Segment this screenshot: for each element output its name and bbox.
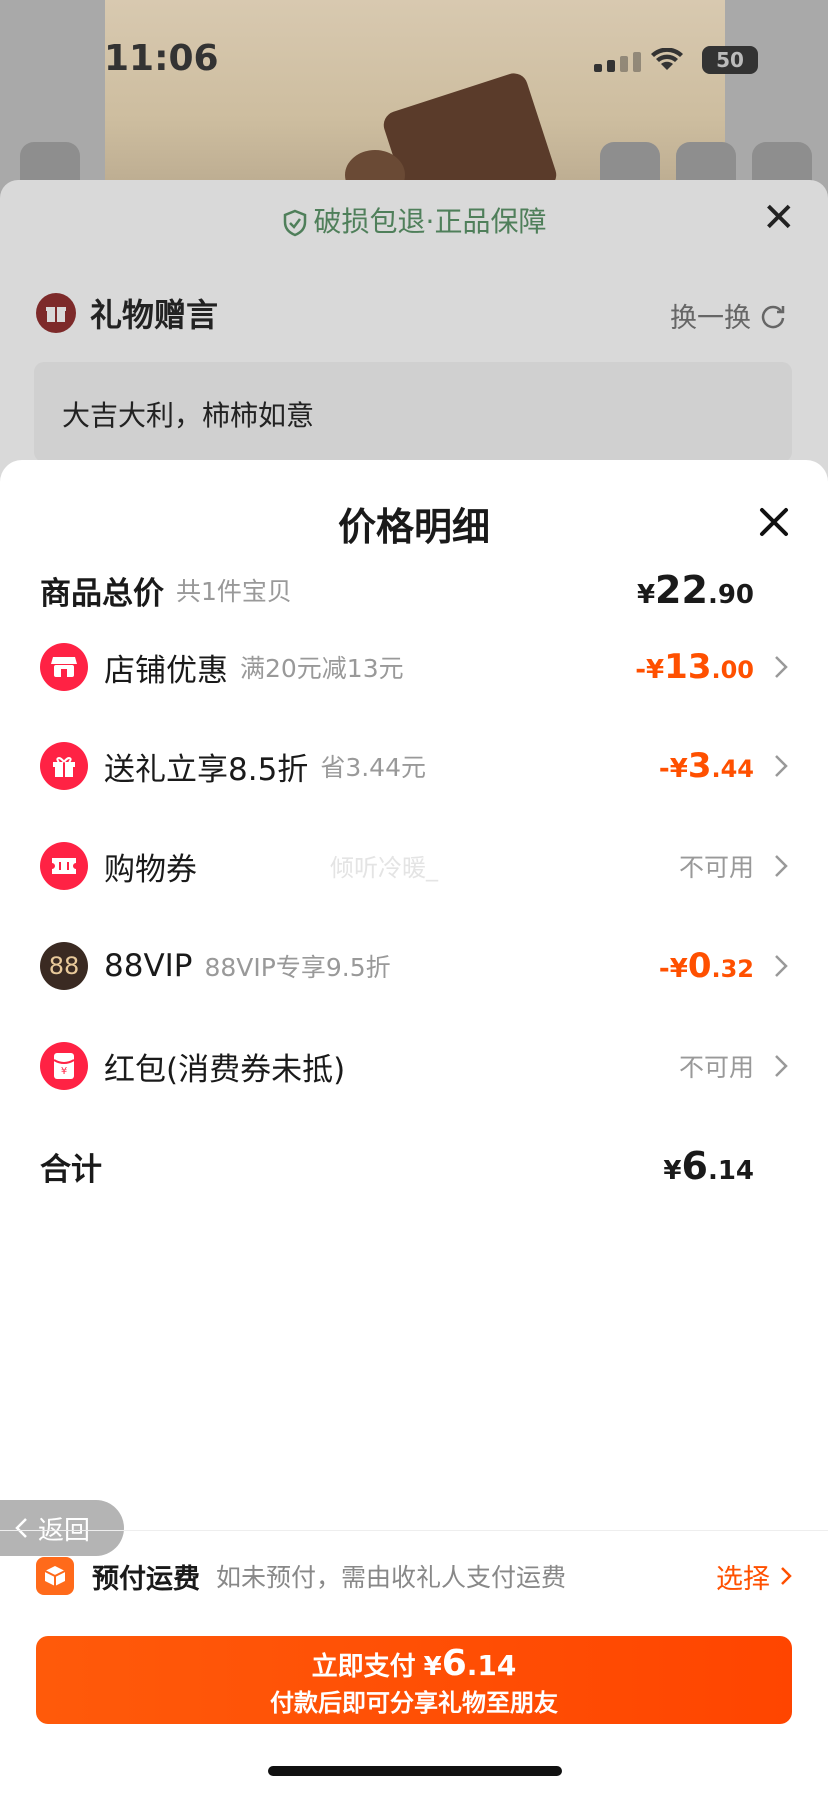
chevron-right-icon (775, 755, 788, 777)
chevron-right-icon (775, 955, 788, 977)
gift-discount-icon (40, 742, 88, 790)
vip-label: 88VIP (104, 948, 193, 984)
gift-box-icon (46, 307, 66, 322)
shield-icon (283, 209, 306, 237)
divider (0, 1530, 828, 1531)
goods-total-label: 商品总价 (40, 575, 164, 612)
watermark: 倾听冷暖_ (330, 854, 438, 882)
pay-subtitle: 付款后即可分享礼物至朋友 (270, 1689, 558, 1717)
guarantee-text: 破损包退·正品保障 (313, 205, 547, 238)
coupon-icon (40, 842, 88, 890)
shop-icon (40, 643, 88, 691)
gift-discount-label: 送礼立享8.5折 (104, 751, 309, 788)
pay-amount-int: 6 (441, 1643, 467, 1684)
row-total: 合计 ¥6.14 (40, 1136, 792, 1196)
row-red-packet[interactable]: ¥ 红包(消费券未抵) 不可用 (40, 1036, 792, 1096)
chevron-right-icon (781, 1567, 792, 1585)
guarantee-banner: 破损包退·正品保障 (0, 200, 828, 240)
vip-discount-value: -¥0.32 (658, 946, 754, 986)
goods-total-value: ¥22.90 (636, 568, 754, 612)
gift-icon (36, 293, 76, 333)
shopping-coupon-label: 购物券 (104, 851, 197, 888)
chevron-right-icon (775, 656, 788, 678)
refresh-button[interactable]: 换一换 (670, 296, 787, 335)
sheet-title: 价格明细 (337, 505, 490, 549)
red-packet-icon: ¥ (40, 1042, 88, 1090)
chevron-right-icon (775, 1055, 788, 1077)
svg-text:¥: ¥ (61, 1066, 67, 1077)
red-packet-status: 不可用 (678, 1053, 754, 1082)
gift-sheet-close-icon[interactable]: ✕ (762, 198, 796, 238)
refresh-label: 换一换 (670, 303, 751, 334)
row-gift-discount[interactable]: 送礼立享8.5折 省3.44元 -¥3.44 (40, 736, 792, 796)
status-time: 11:06 (104, 38, 219, 79)
shopping-coupon-status: 不可用 (678, 853, 754, 882)
gift-discount-saving: 省3.44元 (320, 753, 426, 782)
prepaid-shipping-row: 预付运费 如未预付，需由收礼人支付运费 选择 (36, 1556, 792, 1596)
wifi-icon (651, 48, 683, 70)
shop-discount-rule: 满20元减13元 (240, 654, 404, 683)
signal-icon (594, 52, 641, 72)
red-packet-label: 红包(消费券未抵) (104, 1051, 346, 1088)
goods-count: 共1件宝贝 (176, 577, 292, 606)
pay-amount-line: 立即支付 ¥6.14 (36, 1636, 792, 1687)
total-value: ¥6.14 (663, 1144, 754, 1188)
row-goods-total: 商品总价 共1件宝贝 ¥22.90 (40, 560, 792, 620)
home-indicator (268, 1766, 562, 1776)
chevron-left-icon (15, 1518, 27, 1538)
close-icon[interactable] (756, 504, 792, 540)
shop-discount-label: 店铺优惠 (104, 652, 228, 689)
battery-icon: 50 (702, 46, 758, 74)
pay-currency: ¥ (423, 1652, 442, 1682)
back-label: 返回 (38, 1515, 91, 1546)
row-shop-discount[interactable]: 店铺优惠 满20元减13元 -¥13.00 (40, 637, 792, 697)
shop-discount-value: -¥13.00 (635, 647, 754, 687)
gift-discount-value: -¥3.44 (658, 746, 754, 786)
shipping-label: 预付运费 (92, 1563, 200, 1595)
shipping-hint: 如未预付，需由收礼人支付运费 (216, 1563, 567, 1592)
gift-title: 礼物赠言 (90, 296, 219, 334)
pay-label: 立即支付 (311, 1652, 416, 1682)
shipping-box-icon (36, 1557, 74, 1595)
refresh-icon (761, 305, 785, 328)
chevron-right-icon (775, 855, 788, 877)
pay-now-button[interactable]: 立即支付 ¥6.14 付款后即可分享礼物至朋友 (36, 1636, 792, 1724)
gift-header: 礼物赠言 (36, 290, 218, 336)
status-bar: 11:06 50 (0, 0, 828, 120)
vip-discount-rule: 88VIP专享9.5折 (204, 953, 391, 982)
shipping-select-label: 选择 (716, 1563, 770, 1595)
pay-amount-dec: .14 (466, 1649, 517, 1682)
total-label: 合计 (40, 1151, 102, 1188)
gift-message[interactable]: 大吉大利，柿柿如意 (34, 362, 792, 462)
vip-88-icon: 88 (40, 942, 88, 990)
row-88vip[interactable]: 88 88VIP 88VIP专享9.5折 -¥0.32 (40, 936, 792, 996)
shipping-select-button[interactable]: 选择 (716, 1557, 792, 1596)
back-button[interactable]: 返回 (0, 1500, 124, 1556)
